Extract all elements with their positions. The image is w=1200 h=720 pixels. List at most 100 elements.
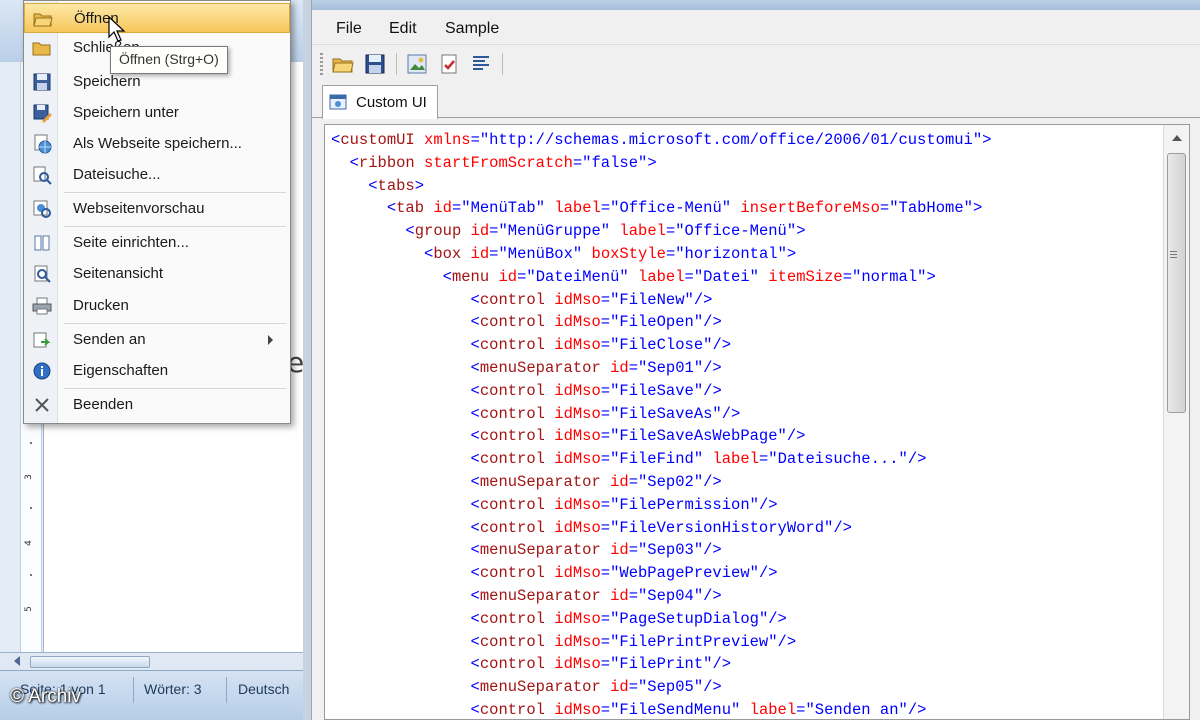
menu-edit[interactable]: Edit bbox=[389, 20, 417, 38]
xml-punct: " bbox=[824, 518, 834, 537]
code-line: <menuSeparator id="Sep04"/> bbox=[331, 585, 1155, 608]
xml-bracket: < bbox=[470, 313, 480, 332]
xml-punct: =" bbox=[628, 586, 648, 605]
xml-attr-value: WebPagePreview bbox=[619, 564, 750, 583]
menu-sample[interactable]: Sample bbox=[445, 20, 499, 38]
xml-punct: " bbox=[619, 267, 629, 286]
xml-attr-value: http://schemas.microsoft.com/office/2006… bbox=[489, 131, 973, 149]
xml-punct: =" bbox=[628, 358, 648, 377]
insert-icons-icon[interactable] bbox=[406, 53, 428, 75]
xml-punct: =" bbox=[600, 518, 620, 537]
xml-bracket: < bbox=[368, 176, 378, 195]
xml-punct: =" bbox=[628, 541, 648, 560]
xml-punct: " bbox=[768, 632, 778, 651]
xml-bracket: < bbox=[470, 700, 480, 719]
xml-punct: =" bbox=[665, 222, 685, 241]
menu-item-seite-einrichten[interactable]: Seite einrichten... bbox=[24, 228, 290, 258]
xml-attr-value: FileSave bbox=[619, 381, 694, 400]
menu-item-eigenschaften[interactable]: Eigenschaften bbox=[24, 356, 290, 386]
xml-tag-name: customUI bbox=[340, 131, 415, 149]
open-icon[interactable] bbox=[332, 53, 354, 75]
xml-bracket: > bbox=[972, 199, 983, 218]
xml-bracket: < bbox=[470, 541, 480, 560]
xml-bracket: < bbox=[470, 518, 480, 537]
code-line: <group id="MenüGruppe" label="Office-Men… bbox=[331, 220, 1155, 243]
xml-punct: =" bbox=[665, 244, 685, 263]
save-icon[interactable] bbox=[364, 53, 386, 75]
scroll-thumb[interactable] bbox=[30, 656, 150, 668]
code-line: <menuSeparator id="Sep02"/> bbox=[331, 471, 1155, 494]
menu-item-als-webseite-speichern[interactable]: Als Webseite speichern... bbox=[24, 129, 290, 159]
code-line: <ribbon startFromScratch="false"> bbox=[331, 152, 1155, 175]
xml-bracket: < bbox=[442, 267, 452, 286]
xml-tag-name: menuSeparator bbox=[479, 541, 601, 560]
ruler-number: 3 bbox=[23, 474, 34, 480]
xml-code-editor[interactable]: <customUI xmlns="http://schemas.microsof… bbox=[324, 124, 1190, 720]
scroll-thumb[interactable] bbox=[1167, 153, 1186, 413]
xml-bracket: < bbox=[470, 586, 480, 605]
menu-item-seitenansicht[interactable]: Seitenansicht bbox=[24, 259, 290, 289]
xml-punct: " bbox=[898, 700, 908, 719]
xml-bracket: < bbox=[331, 131, 341, 149]
scroll-left-icon[interactable] bbox=[14, 656, 20, 666]
xml-tag-name: control bbox=[479, 655, 545, 674]
status-language[interactable]: Deutsch bbox=[238, 681, 289, 697]
xml-bracket: < bbox=[470, 495, 480, 514]
xml-bracket: /> bbox=[833, 518, 852, 537]
code-line: <control idMso="FilePermission"/> bbox=[331, 494, 1155, 517]
xml-attr-value: FileSaveAsWebPage bbox=[619, 427, 778, 446]
menu-item-senden-an[interactable]: Senden an bbox=[24, 325, 290, 355]
toolbar-grip[interactable] bbox=[320, 53, 323, 75]
xml-bracket: < bbox=[470, 564, 480, 583]
xml-punct: " bbox=[721, 199, 732, 218]
xml-bracket: /> bbox=[703, 358, 722, 377]
xml-punct: " bbox=[749, 267, 759, 286]
xml-punct: " bbox=[693, 381, 704, 400]
menu-item-webseitenvorschau[interactable]: Webseitenvorschau bbox=[24, 194, 290, 224]
xml-attr-name: idMso bbox=[554, 609, 601, 628]
xml-punct: =" bbox=[600, 404, 620, 423]
menu-item-beenden[interactable]: Beenden bbox=[24, 390, 290, 420]
xml-attr-value: Sep05 bbox=[647, 678, 694, 697]
code-line: <box id="MenüBox" boxStyle="horizontal"> bbox=[331, 243, 1155, 266]
menu-item-drucken[interactable]: Drucken bbox=[24, 291, 290, 321]
generate-callbacks-icon[interactable] bbox=[470, 53, 492, 75]
menu-item-oeffnen[interactable]: Öffnen bbox=[24, 3, 290, 33]
editor-titlebar bbox=[312, 0, 1200, 10]
xml-bracket: /> bbox=[907, 700, 927, 719]
copyright-watermark: © Archiv bbox=[10, 686, 82, 707]
xml-tag-name: control bbox=[479, 450, 545, 469]
menu-item-label: Drucken bbox=[73, 297, 129, 314]
xml-bracket: /> bbox=[703, 381, 722, 400]
xml-punct: " bbox=[972, 131, 983, 149]
xml-attr-name: idMso bbox=[554, 450, 601, 469]
menu-item-speichern-unter[interactable]: Speichern unter bbox=[24, 98, 290, 128]
xml-attr-value: Datei bbox=[703, 267, 750, 286]
tab-custom-ui[interactable]: Custom UI bbox=[322, 85, 438, 119]
menu-file[interactable]: File bbox=[336, 20, 362, 38]
xml-punct: =" bbox=[796, 700, 815, 719]
code-line: <control idMso="PageSetupDialog"/> bbox=[331, 608, 1155, 631]
close-folder-icon bbox=[32, 42, 51, 56]
custom-ui-editor-window: File Edit Sample Custom UI <customUI xml… bbox=[311, 0, 1200, 720]
xml-punct: =" bbox=[470, 131, 490, 149]
xml-attr-value: FileSendMenu bbox=[619, 700, 732, 719]
validate-icon[interactable] bbox=[438, 53, 460, 75]
scroll-up-icon[interactable] bbox=[1172, 135, 1182, 141]
xml-attr-name: idMso bbox=[554, 700, 601, 719]
menu-item-dateisuche[interactable]: Dateisuche... bbox=[24, 160, 290, 190]
xml-attr-value: false bbox=[591, 153, 638, 172]
xml-punct: =" bbox=[600, 381, 620, 400]
code-lines: <customUI xmlns="http://schemas.microsof… bbox=[331, 129, 1155, 719]
xml-attr-name: boxStyle bbox=[591, 244, 666, 263]
vertical-scrollbar[interactable] bbox=[1163, 125, 1189, 719]
xml-attr-value: Senden an bbox=[814, 700, 899, 719]
horizontal-scrollbar[interactable] bbox=[0, 652, 303, 670]
xml-punct: =" bbox=[600, 609, 620, 628]
xml-attr-name: idMso bbox=[554, 313, 601, 332]
code-line: <menuSeparator id="Sep05"/> bbox=[331, 676, 1155, 699]
status-word-count[interactable]: Wörter: 3 bbox=[144, 681, 202, 697]
xml-attr-name: id bbox=[610, 472, 629, 491]
open-folder-icon bbox=[33, 13, 53, 27]
xml-punct: =" bbox=[489, 244, 508, 263]
